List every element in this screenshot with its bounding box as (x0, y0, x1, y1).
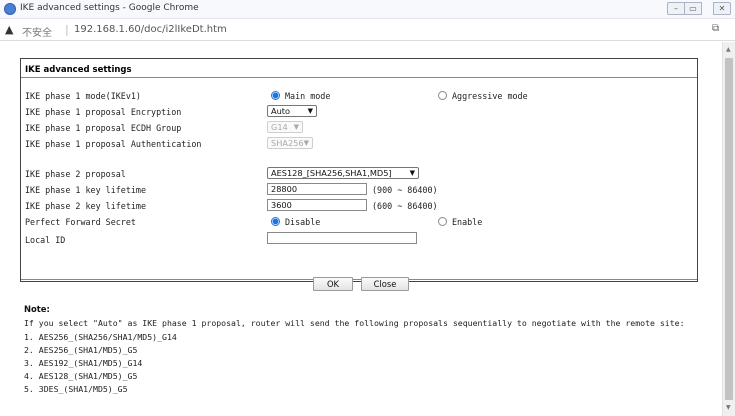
phase2-lifetime-input[interactable]: 3600 (267, 199, 367, 211)
pfs-disable-label[interactable]: Disable (285, 217, 320, 227)
note-item: 3. AES192_(SHA1/MD5)_G14 (24, 358, 143, 368)
url-text[interactable]: 192.168.1.60/doc/i2lIkeDt.htm (74, 24, 227, 35)
phase2-proposal-value: AES128_[SHA256,SHA1,MD5] (271, 168, 392, 178)
chevron-down-icon: ▼ (303, 139, 309, 147)
insecure-label[interactable]: 不安全 (22, 24, 52, 39)
phase1-ecdh-value: G14 (271, 122, 288, 132)
phase1-lifetime-input[interactable]: 28800 (267, 183, 367, 195)
chrome-icon (4, 3, 16, 15)
phase1-ecdh-select[interactable]: G14 ▼ (267, 121, 303, 133)
pfs-disable-radio[interactable] (271, 217, 280, 226)
close-window-button[interactable]: ✕ (713, 2, 731, 15)
local-id-input[interactable] (267, 232, 417, 244)
pfs-label: Perfect Forward Secret (25, 217, 136, 227)
main-mode-label[interactable]: Main mode (285, 91, 330, 101)
page-content: IKE advanced settings IKE phase 1 mode(I… (0, 42, 722, 416)
address-bar[interactable]: ▲ 不安全 | 192.168.1.60/doc/i2lIkeDt.htm ⧉ (0, 19, 735, 41)
phase2-lifetime-range: (600 ~ 86400) (372, 201, 438, 211)
scroll-thumb[interactable] (725, 58, 733, 400)
phase1-encryption-label: IKE phase 1 proposal Encryption (25, 107, 182, 117)
scroll-up-icon[interactable]: ▲ (726, 46, 731, 53)
phase2-proposal-select[interactable]: AES128_[SHA256,SHA1,MD5] ▼ (267, 167, 419, 179)
note-intro: If you select "Auto" as IKE phase 1 prop… (24, 318, 685, 328)
warning-icon[interactable]: ▲ (5, 23, 13, 36)
panel-bottom-line (21, 279, 697, 280)
chevron-down-icon: ▼ (293, 123, 299, 131)
panel-title: IKE advanced settings (25, 65, 132, 75)
aggressive-mode-label[interactable]: Aggressive mode (452, 91, 528, 101)
extension-icon[interactable]: ⧉ (712, 23, 719, 34)
panel-header: IKE advanced settings (21, 59, 697, 77)
ok-button[interactable]: OK (313, 277, 353, 291)
phase2-lifetime-label: IKE phase 2 key lifetime (25, 201, 147, 211)
address-separator: | (65, 23, 69, 36)
phase1-auth-value: SHA256 (271, 138, 304, 148)
main-mode-radio[interactable] (271, 91, 280, 100)
aggressive-mode-radio[interactable] (438, 91, 447, 100)
phase1-encryption-value: Auto (271, 106, 291, 116)
phase1-lifetime-range: (900 ~ 86400) (372, 185, 438, 195)
panel-divider (21, 77, 697, 78)
phase1-lifetime-label: IKE phase 1 key lifetime (25, 185, 147, 195)
note-item: 2. AES256_(SHA1/MD5)_G5 (24, 345, 138, 355)
local-id-label: Local ID (25, 235, 66, 245)
chevron-down-icon: ▼ (409, 169, 415, 177)
phase1-auth-select[interactable]: SHA256 ▼ (267, 137, 313, 149)
phase1-ecdh-label: IKE phase 1 proposal ECDH Group (25, 123, 182, 133)
window-titlebar: IKE advanced settings - Google Chrome – … (0, 0, 735, 19)
maximize-button[interactable]: ▭ (684, 2, 702, 15)
close-button[interactable]: Close (361, 277, 409, 291)
pfs-enable-label[interactable]: Enable (452, 217, 482, 227)
note-item: 5. 3DES_(SHA1/MD5)_G5 (24, 384, 128, 394)
minimize-button[interactable]: – (667, 2, 685, 15)
note-item: 1. AES256_(SHA256/SHA1/MD5)_G14 (24, 332, 177, 342)
chevron-down-icon: ▼ (307, 107, 313, 115)
pfs-enable-radio[interactable] (438, 217, 447, 226)
phase1-auth-label: IKE phase 1 proposal Authentication (25, 139, 202, 149)
phase1-encryption-select[interactable]: Auto ▼ (267, 105, 317, 117)
phase1-mode-label: IKE phase 1 mode(IKEv1) (25, 91, 141, 101)
phase2-proposal-label: IKE phase 2 proposal (25, 169, 126, 179)
scroll-down-icon[interactable]: ▼ (726, 404, 731, 411)
note-title: Note: (24, 304, 50, 314)
ike-settings-panel: IKE advanced settings IKE phase 1 mode(I… (20, 58, 698, 282)
vertical-scrollbar[interactable]: ▲ ▼ (722, 42, 735, 416)
window-title: IKE advanced settings - Google Chrome (20, 3, 199, 13)
note-item: 4. AES128_(SHA1/MD5)_G5 (24, 371, 138, 381)
